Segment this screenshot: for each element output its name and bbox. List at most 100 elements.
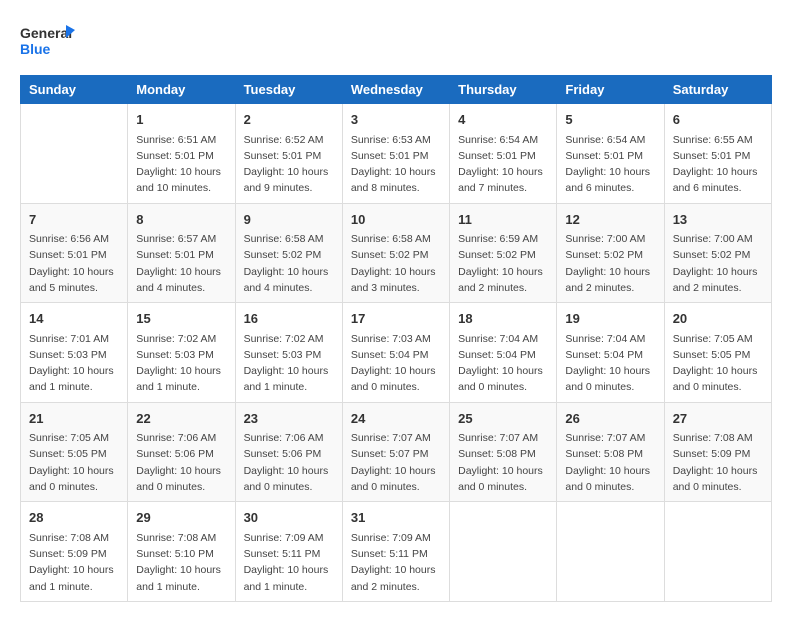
day-info: Sunrise: 7:08 AMSunset: 5:10 PMDaylight:… xyxy=(136,530,226,595)
calendar-cell: 20Sunrise: 7:05 AMSunset: 5:05 PMDayligh… xyxy=(664,303,771,403)
day-number: 22 xyxy=(136,409,226,429)
calendar-cell: 31Sunrise: 7:09 AMSunset: 5:11 PMDayligh… xyxy=(342,502,449,602)
day-number: 17 xyxy=(351,309,441,329)
day-info: Sunrise: 6:58 AMSunset: 5:02 PMDaylight:… xyxy=(244,231,334,296)
calendar-cell: 24Sunrise: 7:07 AMSunset: 5:07 PMDayligh… xyxy=(342,402,449,502)
day-number: 25 xyxy=(458,409,548,429)
calendar-week-row: 14Sunrise: 7:01 AMSunset: 5:03 PMDayligh… xyxy=(21,303,772,403)
day-info: Sunrise: 7:07 AMSunset: 5:08 PMDaylight:… xyxy=(458,430,548,495)
day-header-saturday: Saturday xyxy=(664,76,771,104)
calendar-cell: 7Sunrise: 6:56 AMSunset: 5:01 PMDaylight… xyxy=(21,203,128,303)
calendar-cell: 26Sunrise: 7:07 AMSunset: 5:08 PMDayligh… xyxy=(557,402,664,502)
day-info: Sunrise: 7:02 AMSunset: 5:03 PMDaylight:… xyxy=(244,331,334,396)
svg-text:Blue: Blue xyxy=(20,41,51,57)
day-number: 20 xyxy=(673,309,763,329)
day-number: 15 xyxy=(136,309,226,329)
day-info: Sunrise: 7:02 AMSunset: 5:03 PMDaylight:… xyxy=(136,331,226,396)
day-number: 9 xyxy=(244,210,334,230)
day-info: Sunrise: 6:52 AMSunset: 5:01 PMDaylight:… xyxy=(244,132,334,197)
day-number: 10 xyxy=(351,210,441,230)
day-number: 26 xyxy=(565,409,655,429)
day-number: 14 xyxy=(29,309,119,329)
day-number: 31 xyxy=(351,508,441,528)
calendar-cell: 4Sunrise: 6:54 AMSunset: 5:01 PMDaylight… xyxy=(450,104,557,204)
day-number: 8 xyxy=(136,210,226,230)
day-number: 12 xyxy=(565,210,655,230)
day-number: 13 xyxy=(673,210,763,230)
calendar-cell: 28Sunrise: 7:08 AMSunset: 5:09 PMDayligh… xyxy=(21,502,128,602)
day-info: Sunrise: 6:54 AMSunset: 5:01 PMDaylight:… xyxy=(458,132,548,197)
calendar-cell: 3Sunrise: 6:53 AMSunset: 5:01 PMDaylight… xyxy=(342,104,449,204)
day-info: Sunrise: 7:09 AMSunset: 5:11 PMDaylight:… xyxy=(351,530,441,595)
calendar-week-row: 1Sunrise: 6:51 AMSunset: 5:01 PMDaylight… xyxy=(21,104,772,204)
calendar-cell: 13Sunrise: 7:00 AMSunset: 5:02 PMDayligh… xyxy=(664,203,771,303)
calendar-cell: 30Sunrise: 7:09 AMSunset: 5:11 PMDayligh… xyxy=(235,502,342,602)
day-info: Sunrise: 6:59 AMSunset: 5:02 PMDaylight:… xyxy=(458,231,548,296)
calendar-cell: 6Sunrise: 6:55 AMSunset: 5:01 PMDaylight… xyxy=(664,104,771,204)
logo-icon: GeneralBlue xyxy=(20,20,75,65)
day-info: Sunrise: 6:57 AMSunset: 5:01 PMDaylight:… xyxy=(136,231,226,296)
calendar-cell: 15Sunrise: 7:02 AMSunset: 5:03 PMDayligh… xyxy=(128,303,235,403)
calendar-cell: 2Sunrise: 6:52 AMSunset: 5:01 PMDaylight… xyxy=(235,104,342,204)
calendar-cell xyxy=(557,502,664,602)
calendar-cell: 11Sunrise: 6:59 AMSunset: 5:02 PMDayligh… xyxy=(450,203,557,303)
day-info: Sunrise: 7:06 AMSunset: 5:06 PMDaylight:… xyxy=(136,430,226,495)
calendar-week-row: 28Sunrise: 7:08 AMSunset: 5:09 PMDayligh… xyxy=(21,502,772,602)
calendar-cell xyxy=(664,502,771,602)
calendar-cell: 16Sunrise: 7:02 AMSunset: 5:03 PMDayligh… xyxy=(235,303,342,403)
day-info: Sunrise: 7:04 AMSunset: 5:04 PMDaylight:… xyxy=(458,331,548,396)
calendar-cell: 5Sunrise: 6:54 AMSunset: 5:01 PMDaylight… xyxy=(557,104,664,204)
calendar-cell: 17Sunrise: 7:03 AMSunset: 5:04 PMDayligh… xyxy=(342,303,449,403)
day-number: 3 xyxy=(351,110,441,130)
day-info: Sunrise: 6:56 AMSunset: 5:01 PMDaylight:… xyxy=(29,231,119,296)
calendar-cell: 27Sunrise: 7:08 AMSunset: 5:09 PMDayligh… xyxy=(664,402,771,502)
page-header: GeneralBlue xyxy=(20,20,772,65)
day-number: 1 xyxy=(136,110,226,130)
day-info: Sunrise: 7:03 AMSunset: 5:04 PMDaylight:… xyxy=(351,331,441,396)
calendar-cell xyxy=(450,502,557,602)
day-info: Sunrise: 6:51 AMSunset: 5:01 PMDaylight:… xyxy=(136,132,226,197)
day-number: 29 xyxy=(136,508,226,528)
day-info: Sunrise: 7:08 AMSunset: 5:09 PMDaylight:… xyxy=(29,530,119,595)
day-number: 11 xyxy=(458,210,548,230)
day-header-monday: Monday xyxy=(128,76,235,104)
day-header-thursday: Thursday xyxy=(450,76,557,104)
day-header-tuesday: Tuesday xyxy=(235,76,342,104)
day-info: Sunrise: 7:00 AMSunset: 5:02 PMDaylight:… xyxy=(673,231,763,296)
day-number: 23 xyxy=(244,409,334,429)
day-number: 27 xyxy=(673,409,763,429)
calendar-cell: 1Sunrise: 6:51 AMSunset: 5:01 PMDaylight… xyxy=(128,104,235,204)
day-info: Sunrise: 6:54 AMSunset: 5:01 PMDaylight:… xyxy=(565,132,655,197)
day-info: Sunrise: 7:00 AMSunset: 5:02 PMDaylight:… xyxy=(565,231,655,296)
calendar-cell: 12Sunrise: 7:00 AMSunset: 5:02 PMDayligh… xyxy=(557,203,664,303)
day-info: Sunrise: 7:07 AMSunset: 5:08 PMDaylight:… xyxy=(565,430,655,495)
day-number: 18 xyxy=(458,309,548,329)
day-header-wednesday: Wednesday xyxy=(342,76,449,104)
day-number: 2 xyxy=(244,110,334,130)
day-number: 6 xyxy=(673,110,763,130)
calendar-week-row: 21Sunrise: 7:05 AMSunset: 5:05 PMDayligh… xyxy=(21,402,772,502)
day-info: Sunrise: 7:01 AMSunset: 5:03 PMDaylight:… xyxy=(29,331,119,396)
day-header-sunday: Sunday xyxy=(21,76,128,104)
day-number: 4 xyxy=(458,110,548,130)
day-info: Sunrise: 7:09 AMSunset: 5:11 PMDaylight:… xyxy=(244,530,334,595)
day-info: Sunrise: 7:05 AMSunset: 5:05 PMDaylight:… xyxy=(29,430,119,495)
calendar-cell: 29Sunrise: 7:08 AMSunset: 5:10 PMDayligh… xyxy=(128,502,235,602)
day-number: 19 xyxy=(565,309,655,329)
calendar-cell: 9Sunrise: 6:58 AMSunset: 5:02 PMDaylight… xyxy=(235,203,342,303)
day-number: 30 xyxy=(244,508,334,528)
logo: GeneralBlue xyxy=(20,20,75,65)
calendar-cell: 25Sunrise: 7:07 AMSunset: 5:08 PMDayligh… xyxy=(450,402,557,502)
day-info: Sunrise: 7:04 AMSunset: 5:04 PMDaylight:… xyxy=(565,331,655,396)
day-info: Sunrise: 6:58 AMSunset: 5:02 PMDaylight:… xyxy=(351,231,441,296)
calendar-cell: 22Sunrise: 7:06 AMSunset: 5:06 PMDayligh… xyxy=(128,402,235,502)
calendar-cell: 8Sunrise: 6:57 AMSunset: 5:01 PMDaylight… xyxy=(128,203,235,303)
day-info: Sunrise: 6:55 AMSunset: 5:01 PMDaylight:… xyxy=(673,132,763,197)
day-info: Sunrise: 7:05 AMSunset: 5:05 PMDaylight:… xyxy=(673,331,763,396)
day-number: 5 xyxy=(565,110,655,130)
day-info: Sunrise: 7:07 AMSunset: 5:07 PMDaylight:… xyxy=(351,430,441,495)
calendar-header-row: SundayMondayTuesdayWednesdayThursdayFrid… xyxy=(21,76,772,104)
day-number: 16 xyxy=(244,309,334,329)
calendar-table: SundayMondayTuesdayWednesdayThursdayFrid… xyxy=(20,75,772,602)
day-number: 24 xyxy=(351,409,441,429)
